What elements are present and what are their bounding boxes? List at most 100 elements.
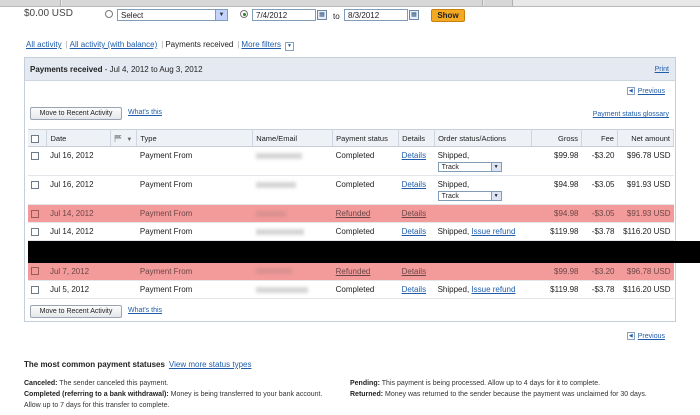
row-status[interactable]: Refunded xyxy=(336,267,371,276)
move-to-recent-button[interactable]: Move to Recent Activity xyxy=(30,107,122,120)
header-label: Net amount xyxy=(631,133,670,143)
tab-all-activity[interactable]: All activity xyxy=(26,40,62,49)
flag-icon xyxy=(115,135,123,143)
show-button[interactable]: Show xyxy=(431,9,465,22)
row-net: $96.78 USD xyxy=(617,262,674,281)
track-select[interactable]: Track ▼ xyxy=(437,191,502,201)
status-label: Pending: xyxy=(350,380,380,387)
header-label: Fee xyxy=(601,133,614,143)
move-to-recent-button-bottom[interactable]: Move to Recent Activity xyxy=(30,305,122,318)
row-name xyxy=(252,204,333,223)
order-status: Shipped, xyxy=(437,180,470,189)
row-gross: $119.98 xyxy=(531,222,582,241)
status-returned: Returned: Money was returned to the send… xyxy=(350,389,650,400)
column-header-status[interactable]: Payment status xyxy=(332,129,400,147)
header-label: Type xyxy=(140,133,157,143)
column-header-fee[interactable]: Fee xyxy=(581,129,618,147)
date-from-input[interactable]: 7/4/2012 xyxy=(252,9,316,21)
issue-refund-link[interactable]: Issue refund xyxy=(471,285,515,294)
header-label: Payment status xyxy=(336,133,388,143)
redacted-name xyxy=(255,268,292,275)
row-fee: -$3.20 xyxy=(581,146,618,176)
row-gross: $99.98 xyxy=(531,146,582,176)
redacted-name xyxy=(255,228,304,235)
activity-view-tabs: All activity | All activity (with balance)… xyxy=(26,40,296,51)
column-header-flag[interactable]: ▼ xyxy=(110,129,138,147)
more-filters-link[interactable]: More filters xyxy=(241,40,281,49)
row-flag xyxy=(110,204,137,223)
details-link[interactable]: Details xyxy=(402,180,426,189)
payment-status-glossary-link[interactable]: Payment status glossary xyxy=(593,111,669,118)
redaction-bar-overflow xyxy=(640,241,700,263)
row-checkbox[interactable] xyxy=(31,227,39,236)
tab-divider: | xyxy=(161,40,164,49)
view-more-statuses-link[interactable]: View more status types xyxy=(169,360,252,369)
status-label: Returned: xyxy=(350,391,384,398)
row-gross: $99.98 xyxy=(531,262,582,281)
type-radio[interactable] xyxy=(105,10,113,18)
date-range-radio[interactable] xyxy=(240,10,248,18)
table-row: Jul 5, 2012 Payment From Completed Detai… xyxy=(28,280,674,299)
row-checkbox[interactable] xyxy=(31,285,39,294)
column-header-date[interactable]: Date xyxy=(46,129,112,147)
status-pending: Pending: This payment is being processed… xyxy=(350,378,650,389)
row-flag xyxy=(110,262,137,281)
previous-link[interactable]: Previous xyxy=(638,88,665,95)
row-date: Jul 16, 2012 xyxy=(46,175,111,205)
column-header-net[interactable]: Net amount xyxy=(617,129,675,147)
details-link[interactable]: Details xyxy=(402,151,426,160)
redacted-row xyxy=(28,240,674,263)
date-to-input[interactable]: 8/3/2012 xyxy=(344,9,408,21)
row-gross: $94.98 xyxy=(531,204,582,223)
row-gross: $119.98 xyxy=(531,280,582,299)
column-header-name[interactable]: Name/Email xyxy=(252,129,334,147)
issue-refund-link[interactable]: Issue refund xyxy=(471,227,515,236)
type-select[interactable]: Select ▼ xyxy=(117,9,228,21)
row-fee: -$3.05 xyxy=(581,175,618,205)
order-status: Shipped, xyxy=(437,227,470,236)
details-link[interactable]: Details xyxy=(402,209,426,218)
calendar-icon[interactable]: ▦ xyxy=(317,10,327,20)
row-name xyxy=(252,146,333,176)
column-header-gross[interactable]: Gross xyxy=(531,129,582,147)
whats-this-link-bottom[interactable]: What's this xyxy=(128,307,162,314)
table-row: Jul 16, 2012 Payment From Completed Deta… xyxy=(28,146,674,176)
row-net: $116.20 USD xyxy=(617,280,674,299)
row-checkbox[interactable] xyxy=(31,209,39,218)
status-completed: Completed (referring to a bank withdrawa… xyxy=(24,389,324,411)
row-name xyxy=(252,175,333,205)
details-link[interactable]: Details xyxy=(402,227,426,236)
redaction-bar xyxy=(28,240,674,263)
previous-page-bottom[interactable]: ◀ Previous xyxy=(626,332,665,340)
filter-bar: $0.00 USD Select ▼ 7/4/2012 ▦ to 8/3/201… xyxy=(0,6,700,28)
select-all-checkbox[interactable] xyxy=(31,134,39,143)
track-select[interactable]: Track ▼ xyxy=(437,162,502,172)
row-status: Completed xyxy=(332,175,399,205)
row-checkbox[interactable] xyxy=(31,151,39,160)
row-status: Completed xyxy=(332,280,399,299)
row-name xyxy=(252,262,333,281)
previous-page-top[interactable]: ◀ Previous xyxy=(626,87,665,95)
chevron-down-icon[interactable]: ▼ xyxy=(284,42,294,51)
calendar-icon[interactable]: ▦ xyxy=(409,10,419,20)
tab-all-activity-balance[interactable]: All activity (with balance) xyxy=(70,40,158,49)
panel-header: Payments received - Jul 4, 2012 to Aug 3… xyxy=(25,58,675,81)
row-type: Payment From xyxy=(136,280,253,299)
payments-panel: Payments received - Jul 4, 2012 to Aug 3… xyxy=(24,57,676,340)
tab-divider: | xyxy=(65,40,68,49)
row-checkbox[interactable] xyxy=(31,180,39,189)
panel-title: Payments received - Jul 4, 2012 to Aug 3… xyxy=(30,65,203,74)
row-flag xyxy=(110,175,137,205)
details-link[interactable]: Details xyxy=(402,285,426,294)
redacted-name xyxy=(255,286,308,293)
order-status: Shipped, xyxy=(437,285,470,294)
print-link[interactable]: Print xyxy=(655,66,669,73)
row-date: Jul 7, 2012 xyxy=(46,262,111,281)
row-status[interactable]: Refunded xyxy=(336,209,371,218)
previous-link[interactable]: Previous xyxy=(638,333,665,340)
whats-this-link[interactable]: What's this xyxy=(128,109,162,116)
row-checkbox[interactable] xyxy=(31,267,39,276)
column-header-type[interactable]: Type xyxy=(136,129,254,147)
details-link[interactable]: Details xyxy=(402,267,426,276)
status-label: Completed (referring to a bank withdrawa… xyxy=(24,391,169,398)
